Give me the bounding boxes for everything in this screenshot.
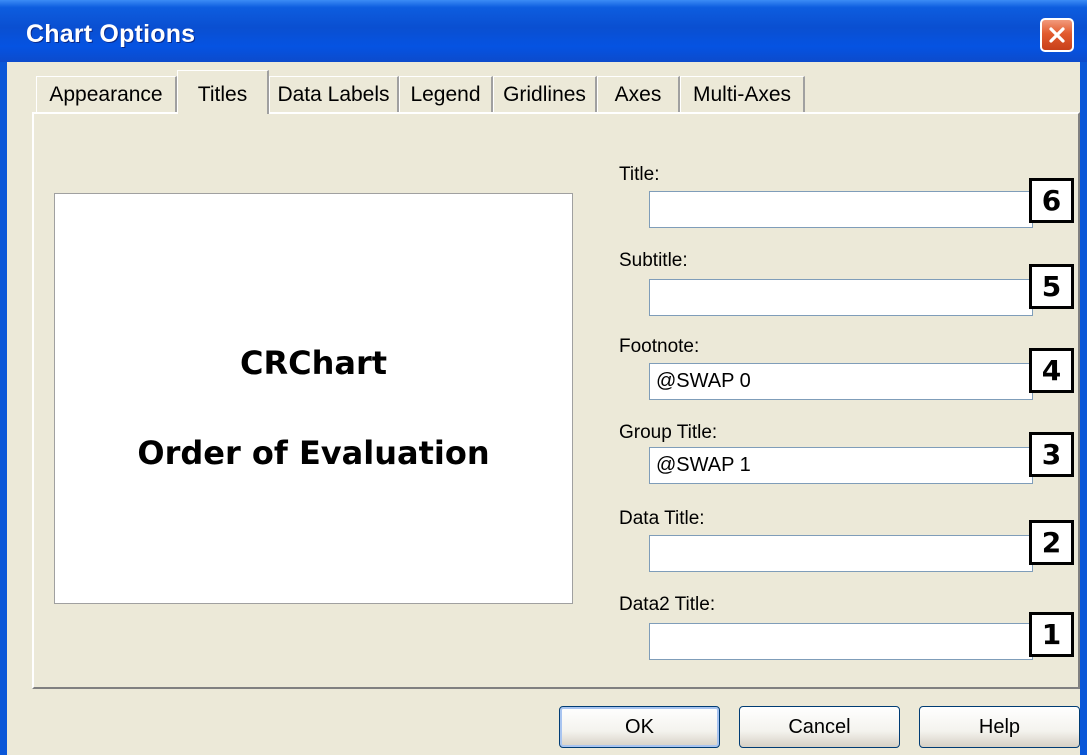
subtitle-input[interactable] [649, 279, 1033, 316]
tab-legend[interactable]: Legend [399, 76, 493, 112]
order-badge-group-title: 3 [1029, 432, 1074, 477]
title-bar[interactable]: Chart Options [0, 0, 1087, 62]
close-button[interactable] [1040, 18, 1074, 52]
order-badge-footnote: 4 [1029, 348, 1074, 393]
tab-data-labels[interactable]: Data Labels [269, 76, 399, 112]
tab-titles[interactable]: Titles [177, 70, 269, 114]
ok-button[interactable]: OK [559, 706, 720, 748]
order-badge-subtitle: 5 [1029, 264, 1074, 309]
data-title-label: Data Title: [619, 508, 705, 529]
data-title-input[interactable] [649, 535, 1033, 572]
chart-options-dialog: Chart Options Appearance Titles Data Lab… [0, 0, 1087, 755]
order-badge-data2-title: 1 [1029, 612, 1074, 657]
tab-multi-axes[interactable]: Multi-Axes [680, 76, 805, 112]
order-badge-data-title: 2 [1029, 520, 1074, 565]
order-badge-title: 6 [1029, 178, 1074, 223]
help-button[interactable]: Help [919, 706, 1080, 748]
tab-appearance[interactable]: Appearance [36, 76, 177, 112]
title-input[interactable] [649, 191, 1033, 228]
tab-axes[interactable]: Axes [597, 76, 680, 112]
window-title: Chart Options [26, 20, 196, 48]
footnote-input[interactable] [649, 363, 1033, 400]
group-title-label: Group Title: [619, 422, 718, 443]
group-title-input[interactable] [649, 447, 1033, 484]
data2-title-input[interactable] [649, 623, 1033, 660]
title-label: Title: [619, 164, 660, 185]
tab-gridlines[interactable]: Gridlines [493, 76, 597, 112]
preview-line-1: CRChart [239, 344, 388, 382]
preview-line-2: Order of Evaluation [137, 434, 490, 472]
subtitle-label: Subtitle: [619, 250, 688, 271]
chart-preview: CRChart Order of Evaluation [54, 193, 573, 604]
cancel-button[interactable]: Cancel [739, 706, 900, 748]
data2-title-label: Data2 Title: [619, 594, 716, 615]
close-icon [1049, 27, 1065, 43]
footnote-label: Footnote: [619, 336, 700, 357]
